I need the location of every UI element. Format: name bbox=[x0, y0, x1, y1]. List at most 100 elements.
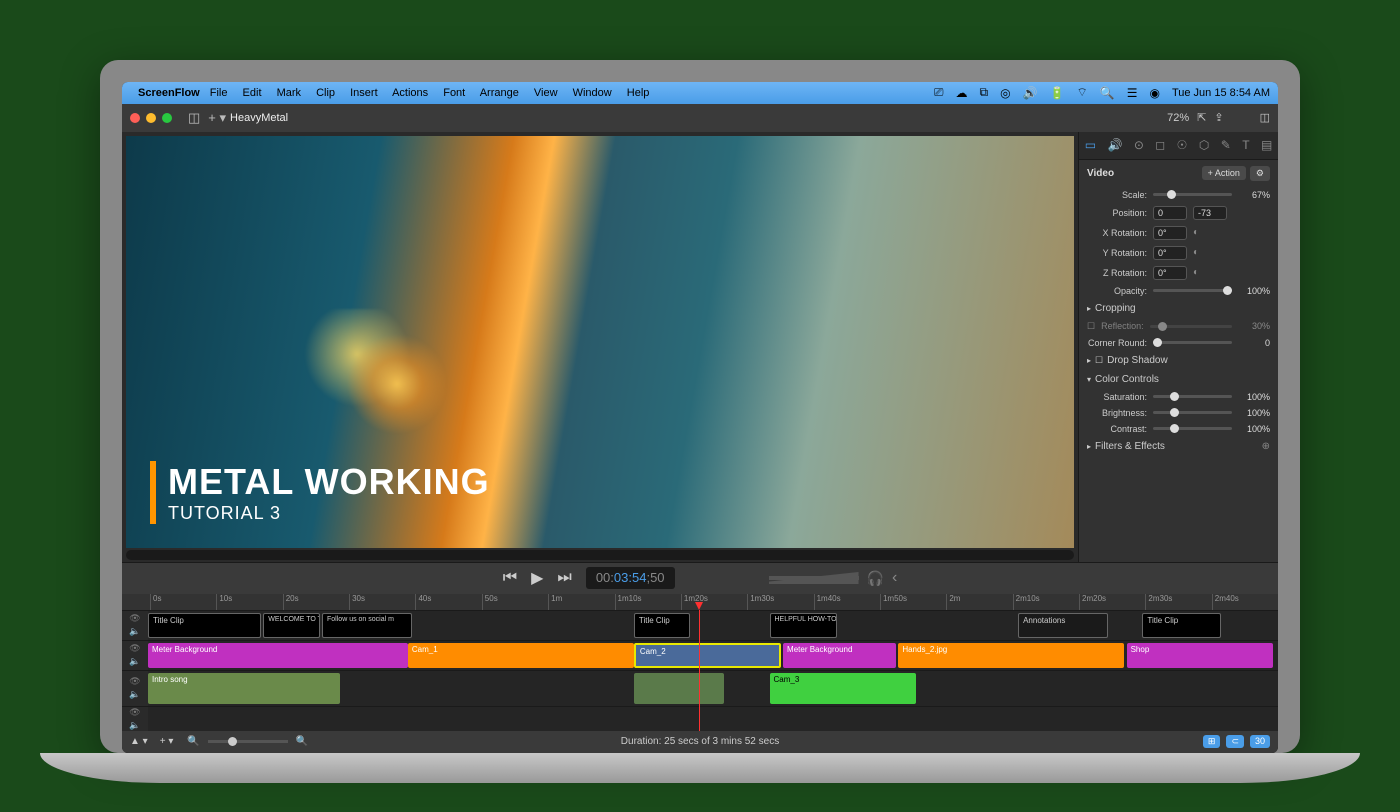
reflection-slider[interactable] bbox=[1150, 325, 1232, 328]
preview-canvas[interactable]: METAL WORKING TUTORIAL 3 bbox=[126, 136, 1074, 548]
touch-tab-icon[interactable]: ☉ bbox=[1177, 138, 1188, 152]
dropshadow-section[interactable]: ▸☐ Drop Shadow bbox=[1079, 351, 1278, 370]
gear-icon[interactable]: ⚙ bbox=[1250, 166, 1270, 181]
filters-section[interactable]: ▸Filters & Effects⊕ bbox=[1079, 437, 1278, 456]
menu-window[interactable]: Window bbox=[573, 87, 612, 99]
clip-welcome[interactable]: WELCOME TO THE bbox=[263, 613, 320, 638]
brightness-slider[interactable] bbox=[1153, 411, 1232, 414]
fps-badge[interactable]: 30 bbox=[1250, 735, 1270, 748]
zoom-out-icon[interactable]: 🔍 bbox=[187, 736, 199, 747]
menu-insert[interactable]: Insert bbox=[350, 87, 378, 99]
position-y-input[interactable] bbox=[1193, 206, 1227, 220]
yrot-input[interactable] bbox=[1153, 246, 1187, 260]
text-tab-icon[interactable]: ✎ bbox=[1221, 138, 1231, 152]
menu-view[interactable]: View bbox=[534, 87, 558, 99]
saturation-slider[interactable] bbox=[1153, 395, 1232, 398]
library-tab-icon[interactable]: ▤ bbox=[1261, 138, 1272, 152]
visibility-icon[interactable]: 👁 bbox=[129, 643, 140, 654]
share-icon[interactable]: ⇪ bbox=[1214, 111, 1223, 124]
volume-slider[interactable] bbox=[769, 576, 859, 580]
pointer-tool-icon[interactable]: ▲ ▾ bbox=[130, 736, 148, 747]
clip-title-3[interactable]: Title Clip bbox=[1142, 613, 1221, 638]
yrot-dial-icon[interactable]: ◐ bbox=[1193, 247, 1199, 258]
volume-icon[interactable]: 🔊 bbox=[1023, 86, 1038, 100]
mode-button-2[interactable]: ⊂ bbox=[1226, 735, 1244, 748]
menu-actions[interactable]: Actions bbox=[392, 87, 428, 99]
color-controls-section[interactable]: ▾Color Controls bbox=[1079, 370, 1278, 389]
opacity-slider[interactable] bbox=[1153, 289, 1232, 292]
close-window-icon[interactable] bbox=[130, 113, 140, 123]
mute-icon[interactable]: 🔈 bbox=[129, 656, 140, 667]
video-tab-icon[interactable]: ▭ bbox=[1085, 138, 1096, 152]
annotation-tab-icon[interactable]: ⬡ bbox=[1199, 138, 1209, 152]
clip-shop[interactable]: Shop bbox=[1127, 643, 1274, 668]
audio-tab-icon[interactable]: 🔊 bbox=[1107, 138, 1122, 152]
forward-button[interactable]: ⏭ bbox=[557, 569, 571, 587]
menubar-datetime[interactable]: Tue Jun 15 8:54 AM bbox=[1172, 87, 1270, 99]
add-action-button[interactable]: + Action bbox=[1202, 166, 1246, 180]
panel-toggle-icon[interactable]: ◫ bbox=[1260, 111, 1270, 124]
clip-cam3[interactable]: Cam_3 bbox=[770, 673, 917, 704]
app-name[interactable]: ScreenFlow bbox=[138, 87, 200, 99]
clip-hands[interactable]: Hands_2.jpg bbox=[898, 643, 1124, 668]
clip-howto[interactable]: HELPFUL HOW-TO bbox=[770, 613, 838, 638]
crop-icon[interactable]: ⇱ bbox=[1197, 111, 1206, 124]
visibility-icon[interactable]: 👁 bbox=[129, 676, 140, 687]
mute-icon[interactable]: 🔈 bbox=[129, 689, 140, 700]
wifi-icon[interactable]: ⌔ bbox=[1076, 85, 1087, 100]
position-x-input[interactable] bbox=[1153, 206, 1187, 220]
zoom-slider[interactable] bbox=[208, 740, 288, 743]
clip-meter-bg-1[interactable]: Meter Background bbox=[148, 643, 408, 668]
cropping-section[interactable]: ▸Cropping bbox=[1079, 299, 1278, 318]
camera-icon[interactable]: ⎚ bbox=[934, 85, 944, 100]
clip-cam2-selected[interactable]: Cam_2 bbox=[634, 643, 781, 668]
text2-tab-icon[interactable]: T bbox=[1242, 138, 1249, 152]
mode-button-1[interactable]: ⊞ bbox=[1203, 735, 1221, 748]
clip-title-1[interactable]: Title Clip bbox=[148, 613, 261, 638]
inspector-tabs[interactable]: ▭ 🔊 ⊙ ◻ ☉ ⬡ ✎ T ▤ bbox=[1079, 132, 1278, 160]
clip-title-2[interactable]: Title Clip bbox=[634, 613, 691, 638]
clip-cam1[interactable]: Cam_1 bbox=[408, 643, 634, 668]
menu-help[interactable]: Help bbox=[627, 87, 650, 99]
menu-arrange[interactable]: Arrange bbox=[480, 87, 519, 99]
sidebar-icon[interactable]: ◫ bbox=[188, 110, 200, 126]
add-track-icon[interactable]: + ▾ bbox=[160, 736, 174, 747]
screen-tab-icon[interactable]: ⊙ bbox=[1134, 138, 1144, 152]
corner-slider[interactable] bbox=[1153, 341, 1232, 344]
dropbox-icon[interactable]: ⧉ bbox=[980, 85, 989, 100]
add-filter-icon[interactable]: ⊕ bbox=[1262, 441, 1270, 452]
menu-edit[interactable]: Edit bbox=[243, 87, 262, 99]
siri-icon[interactable]: ◉ bbox=[1149, 86, 1159, 100]
control-center-icon[interactable]: ☰ bbox=[1127, 86, 1138, 100]
rewind-button[interactable]: ⏮ bbox=[503, 569, 517, 587]
battery-icon[interactable]: 🔋 bbox=[1050, 86, 1065, 100]
menu-mark[interactable]: Mark bbox=[277, 87, 301, 99]
mute-icon[interactable]: 🔈 bbox=[129, 626, 140, 637]
playhead[interactable] bbox=[699, 610, 700, 731]
scale-slider[interactable] bbox=[1153, 193, 1232, 196]
chevron-left-icon[interactable]: ‹ bbox=[892, 569, 897, 587]
clip-intro-song[interactable]: Intro song bbox=[148, 673, 340, 704]
zrot-dial-icon[interactable]: ◐ bbox=[1193, 267, 1199, 278]
canvas-scrollbar[interactable] bbox=[126, 550, 1074, 560]
minimize-window-icon[interactable] bbox=[146, 113, 156, 123]
mute-icon[interactable]: 🔈 bbox=[129, 720, 140, 731]
fullscreen-window-icon[interactable] bbox=[162, 113, 172, 123]
zoom-value[interactable]: 72% bbox=[1167, 112, 1189, 124]
menu-font[interactable]: Font bbox=[443, 87, 465, 99]
cc-icon[interactable]: ◎ bbox=[1000, 86, 1010, 100]
xrot-input[interactable] bbox=[1153, 226, 1187, 240]
clip-audio-2[interactable] bbox=[634, 673, 724, 704]
zrot-input[interactable] bbox=[1153, 266, 1187, 280]
play-button[interactable]: ▶ bbox=[531, 568, 543, 588]
callout-tab-icon[interactable]: ◻ bbox=[1155, 138, 1165, 152]
timecode-display[interactable]: 00:03:54;50 bbox=[586, 567, 675, 589]
clip-social[interactable]: Follow us on social m bbox=[322, 613, 412, 638]
headphones-icon[interactable]: 🎧 bbox=[867, 570, 884, 587]
clip-annotations[interactable]: Annotations bbox=[1018, 613, 1108, 638]
reflection-label[interactable]: Reflection: bbox=[1101, 321, 1144, 331]
visibility-icon[interactable]: 👁 bbox=[129, 707, 140, 718]
contrast-slider[interactable] bbox=[1153, 427, 1232, 430]
cloud-icon[interactable]: ☁︎ bbox=[956, 86, 968, 100]
search-icon[interactable]: 🔍 bbox=[1100, 86, 1115, 100]
